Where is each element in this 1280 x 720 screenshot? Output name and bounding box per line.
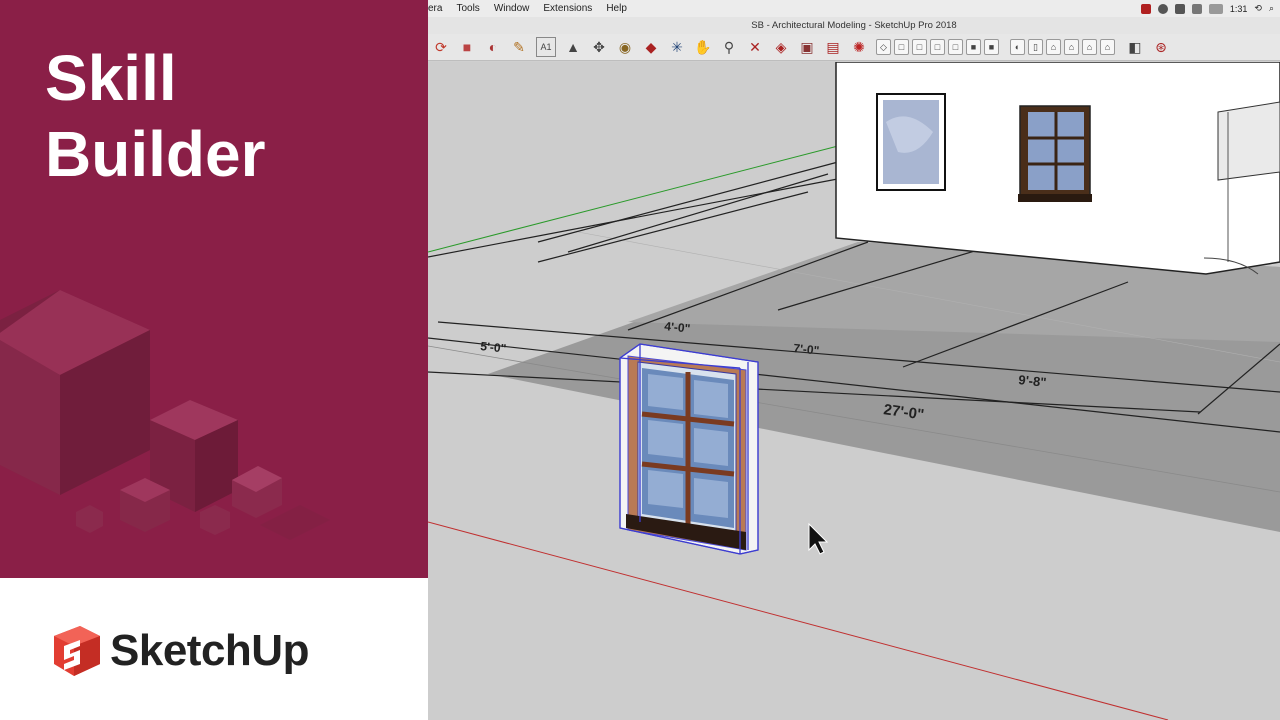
record-icon[interactable]: [1140, 3, 1151, 14]
rotate-icon[interactable]: ◐: [484, 38, 502, 56]
model-viewport[interactable]: 5'-0" 4'-0" 7'-0" 9'-8" 27'-0": [428, 62, 1280, 720]
zoom-icon[interactable]: ⚲: [720, 38, 738, 56]
promo-header: Skill Builder: [0, 0, 428, 578]
top-view-icon[interactable]: □: [894, 39, 909, 55]
decorative-cubes: [0, 290, 330, 540]
scale-icon[interactable]: ◈: [772, 38, 790, 56]
title-line-2: Builder: [45, 118, 266, 190]
creative-cloud-icon[interactable]: [1157, 3, 1168, 14]
textured-style-icon[interactable]: ⌂: [1082, 39, 1097, 55]
window-title: SB - Architectural Modeling - SketchUp P…: [428, 17, 1280, 34]
sketchup-window: era Tools Window Extensions Help 1:31 ⟲ …: [428, 0, 1280, 720]
sketchup-logo: SketchUp: [50, 624, 309, 678]
wireframe-style-icon[interactable]: ▯: [1028, 39, 1043, 55]
battery-icon[interactable]: [1208, 3, 1223, 14]
promo-title: Skill Builder: [45, 40, 265, 192]
text-icon[interactable]: A1: [536, 37, 556, 57]
shaded-style-icon[interactable]: ⌂: [1064, 39, 1079, 55]
menu-extensions[interactable]: Extensions: [536, 3, 599, 14]
left-view-icon[interactable]: ■: [966, 39, 981, 55]
xray-style-icon[interactable]: ◐: [1010, 39, 1025, 55]
hand-icon[interactable]: ✋: [694, 38, 712, 56]
zoom-extents-icon[interactable]: ✕: [746, 38, 764, 56]
monochrome-style-icon[interactable]: ⌂: [1100, 39, 1115, 55]
house-model: [835, 62, 1280, 275]
orbit-icon[interactable]: ⟳: [432, 38, 450, 56]
menu-help[interactable]: Help: [599, 3, 634, 14]
brand-footer: SketchUp: [0, 578, 428, 720]
skill-builder-panel: Skill Builder SketchUp: [0, 0, 428, 720]
component-icon[interactable]: ⊛: [1152, 38, 1170, 56]
clock[interactable]: 1:31: [1230, 4, 1248, 14]
front-view-icon[interactable]: □: [912, 39, 927, 55]
follow-me-icon[interactable]: ◆: [642, 38, 660, 56]
extension-icon[interactable]: ✺: [850, 38, 868, 56]
time-machine-icon[interactable]: ⟲: [1254, 3, 1262, 14]
dimension-label: 7'-0": [793, 341, 820, 358]
brand-name: SketchUp: [110, 626, 309, 675]
menu-tools[interactable]: Tools: [449, 3, 486, 14]
spotlight-icon[interactable]: ⌕: [1269, 3, 1274, 14]
title-line-1: Skill: [45, 42, 177, 114]
move-icon[interactable]: ✥: [590, 38, 608, 56]
display-icon[interactable]: [1174, 3, 1185, 14]
eraser-icon[interactable]: ◧: [1126, 38, 1144, 56]
menu-window[interactable]: Window: [487, 3, 537, 14]
warehouse-icon[interactable]: ▤: [824, 38, 842, 56]
dimension-label: 4'-0": [664, 319, 691, 336]
hidden-line-style-icon[interactable]: ⌂: [1046, 39, 1061, 55]
pushpull-icon[interactable]: ◉: [616, 38, 634, 56]
right-view-icon[interactable]: □: [930, 39, 945, 55]
dimension-label: 5'-0": [480, 339, 507, 356]
paint-icon[interactable]: ■: [458, 38, 476, 56]
selected-window-component[interactable]: [619, 343, 759, 555]
back-view-icon[interactable]: □: [948, 39, 963, 55]
menu-camera[interactable]: era: [428, 3, 449, 14]
bottom-view-icon[interactable]: ■: [984, 39, 999, 55]
dimension-label: 9'-8": [1018, 372, 1047, 390]
axes-icon[interactable]: ▲: [564, 38, 582, 56]
wifi-icon[interactable]: [1191, 3, 1202, 14]
section-icon[interactable]: ▣: [798, 38, 816, 56]
tape-icon[interactable]: ✎: [510, 38, 528, 56]
sketchup-logo-icon: [54, 626, 100, 676]
status-menu: 1:31 ⟲ ⌕: [1140, 0, 1274, 17]
menu-bar: era Tools Window Extensions Help 1:31 ⟲ …: [428, 0, 1280, 17]
main-toolbar: ⟳ ■ ◐ ✎ A1 ▲ ✥ ◉ ◆ ✳ ✋ ⚲ ✕ ◈ ▣ ▤ ✺ ◇ □ □…: [428, 34, 1280, 61]
iso-view-icon[interactable]: ◇: [876, 39, 891, 55]
intersect-icon[interactable]: ✳: [668, 38, 686, 56]
